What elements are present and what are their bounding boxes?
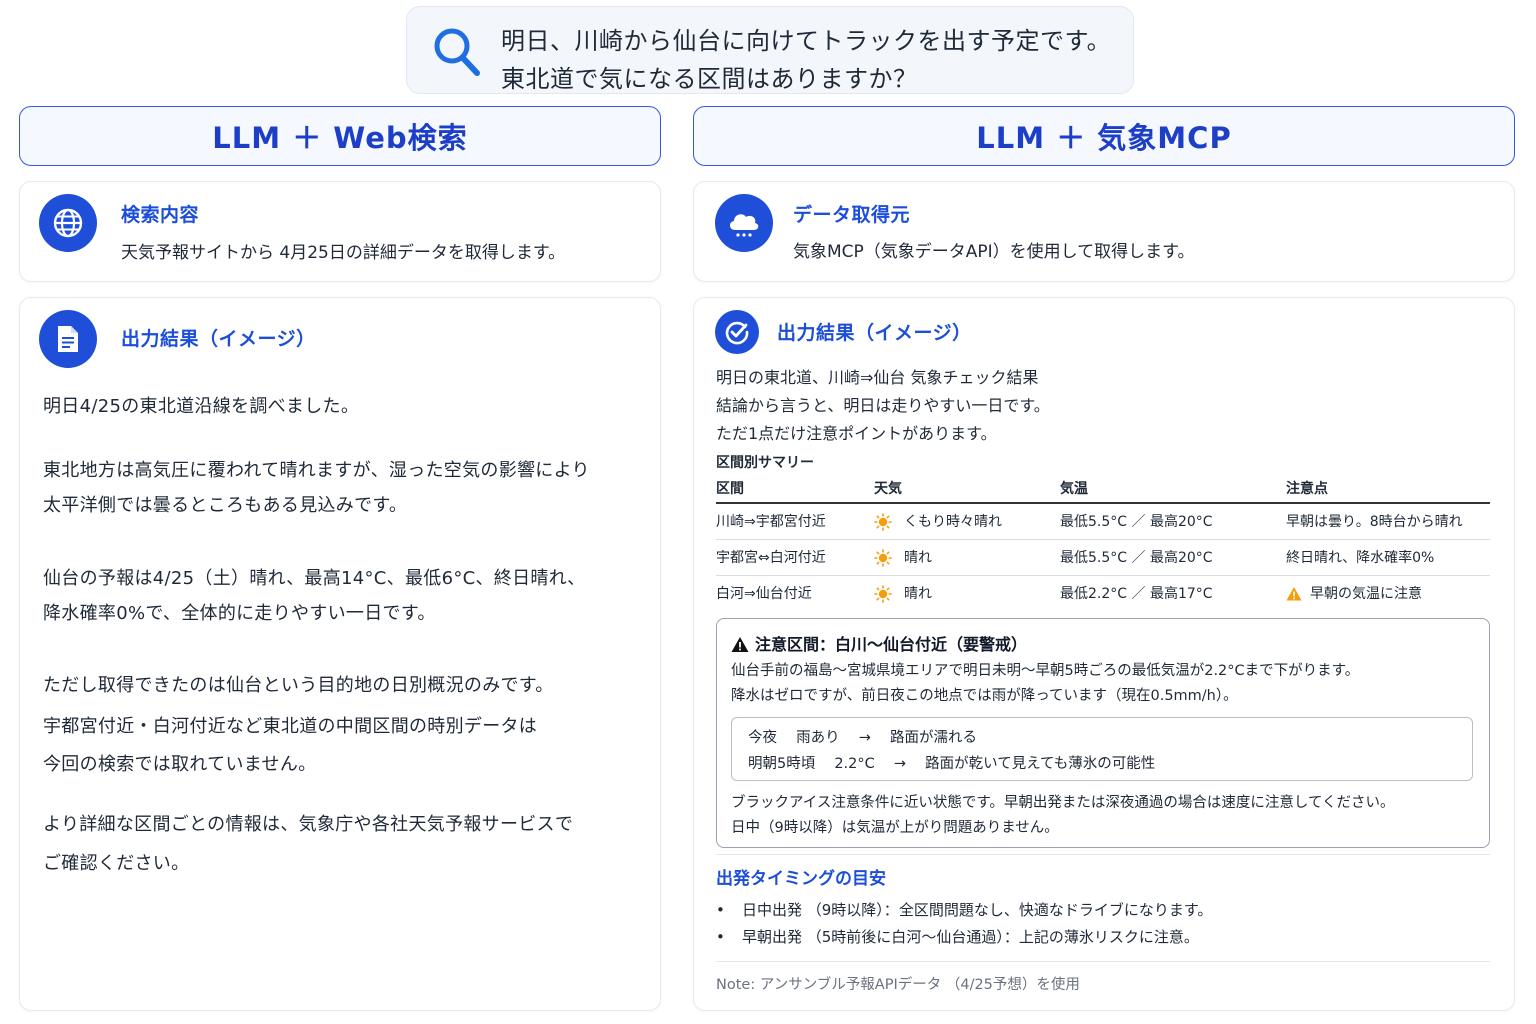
cell-temp: 最低2.2°C ／ 最高17°C xyxy=(1060,586,1213,603)
cell-section: 川崎⇒宇都宮付近 xyxy=(716,503,874,540)
caution-line: 日中（9時以降）は気温が上がり問題ありません。 xyxy=(731,820,1059,836)
mcp-intro-line: 結論から言うと、明日は走りやすい一日です。 xyxy=(716,396,1050,415)
section-summary-table: 区間 天気 気温 注意点 川崎⇒宇都宮付近 くもり時々晴れ 最低5.5°C ／ … xyxy=(716,473,1490,611)
document-icon xyxy=(39,310,97,368)
caution-line: ブラックアイス注意条件に近い状態です。早朝出発または深夜通過の場合は速度に注意し… xyxy=(731,795,1395,811)
caution-line: 仙台手前の福島〜宮城県境エリアで明日未明〜早朝5時ごろの最低気温が2.2°Cまで… xyxy=(731,663,1360,679)
cell-note: 終日晴れ、降水確率0% xyxy=(1286,539,1490,576)
web-output-line: 明日4/25の東北道沿線を調べました。 xyxy=(43,396,360,417)
web-output-line: より詳細な区間ごとの情報は、気象庁や各社天気予報サービスで xyxy=(43,814,574,835)
data-source-card: データ取得元 気象MCP（気象データAPI）を使用して取得します。 xyxy=(693,181,1515,282)
column-header-weather: 天気 xyxy=(874,473,1060,504)
column-header-section: 区間 xyxy=(716,473,874,504)
globe-icon xyxy=(39,194,97,252)
sun-icon xyxy=(874,549,892,567)
search-content-card: 検索内容 天気予報サイトから 4月25日の詳細データを取得します。 xyxy=(19,181,661,282)
column-header-temp: 気温 xyxy=(1060,473,1286,504)
cell-section: 白河⇒仙台付近 xyxy=(716,586,812,603)
left-column-header: LLM ＋ Web検索 xyxy=(19,106,661,166)
question-line-1: 明日、川崎から仙台に向けてトラックを出す予定です。 xyxy=(501,27,1112,55)
cell-weather: 晴れ xyxy=(874,575,1060,611)
timing-bullet-text: 日中出発 （9時以降）：全区間問題なし、快適なドライブになります。 xyxy=(742,901,1213,919)
cell-temp: 最低5.5°C ／ 最高20°C xyxy=(1060,539,1286,576)
web-output-line: 宇都宮付近・白河付近など東北道の中間区間の時別データは xyxy=(43,716,538,737)
web-output-line: ただし取得できたのは仙台という目的地の日別概況のみです。 xyxy=(43,675,554,696)
warning-icon xyxy=(731,637,749,652)
table-row: 宇都宮⇔白河付近 晴れ 最低5.5°C ／ 最高20°C 終日晴れ、降水確率0% xyxy=(716,539,1490,576)
timing-bullet: • 日中出発 （9時以降）：全区間問題なし、快適なドライブになります。 xyxy=(716,899,1212,920)
search-content-title: 検索内容 xyxy=(121,204,200,226)
divider xyxy=(716,854,1490,855)
mcp-intro-line: 明日の東北道、川崎⇒仙台 気象チェック結果 xyxy=(716,368,1039,387)
cell-temp: 最低5.5°C ／ 最高20°C xyxy=(1060,503,1286,540)
mcp-intro-line: ただ1点だけ注意ポイントがあります。 xyxy=(716,424,997,443)
risk-flow-line: 明朝5時頃 2.2°C → 路面が乾いて見えても薄氷の可能性 xyxy=(748,756,1156,772)
caution-title: 注意区間：白川〜仙台付近（要警戒） xyxy=(731,631,1027,655)
risk-flow-line: 今夜 雨あり → 路面が濡れる xyxy=(748,730,977,746)
table-row: 川崎⇒宇都宮付近 くもり時々晴れ 最低5.5°C ／ 最高20°C 早朝は曇り。… xyxy=(716,503,1490,540)
bullet-marker: • xyxy=(716,901,725,919)
weather-label: くもり時々晴れ xyxy=(904,514,1002,531)
web-output-line: 降水確率0%で、全体的に走りやすい一日です。 xyxy=(43,603,436,624)
mcp-output-card: 出力結果（イメージ） 明日の東北道、川崎⇒仙台 気象チェック結果 結論から言うと… xyxy=(693,297,1515,1011)
timing-bullet: • 早朝出発 （5時前後に白河〜仙台通過）：上記の薄氷リスクに注意。 xyxy=(716,926,1199,947)
search-icon xyxy=(434,28,480,76)
sun-icon xyxy=(874,513,892,532)
column-header-note: 注意点 xyxy=(1286,473,1490,504)
web-output-card: 出力結果（イメージ） 明日4/25の東北道沿線を調べました。 東北地方は高気圧に… xyxy=(19,297,661,1011)
cell-note: 早朝は曇り。8時台から晴れ xyxy=(1286,503,1490,540)
web-output-line: 今回の検索では取れていません。 xyxy=(43,754,317,775)
table-header-row: 区間 天気 気温 注意点 xyxy=(716,473,1490,504)
data-source-title: データ取得元 xyxy=(793,204,911,226)
warning-icon xyxy=(1286,587,1302,601)
caution-title-text: 注意区間：白川〜仙台付近（要警戒） xyxy=(755,635,1028,654)
cell-note: 早朝の気温に注意 xyxy=(1286,575,1490,611)
cell-weather: 晴れ xyxy=(874,539,1060,576)
timing-bullet-text: 早朝出発 （5時前後に白河〜仙台通過）：上記の薄氷リスクに注意。 xyxy=(742,928,1199,946)
note-label: 早朝の気温に注意 xyxy=(1310,586,1422,603)
mcp-output-title: 出力結果（イメージ） xyxy=(777,322,972,344)
divider xyxy=(716,961,1490,962)
timing-title: 出発タイミングの目安 xyxy=(716,869,886,889)
search-content-text: 天気予報サイトから 4月25日の詳細データを取得します。 xyxy=(121,243,566,263)
weather-label: 晴れ xyxy=(904,550,932,566)
web-output-line: 仙台の予報は4/25（土）晴れ、最高14°C、最低6°C、終日晴れ、 xyxy=(43,568,586,589)
cell-section: 宇都宮⇔白河付近 xyxy=(716,539,874,576)
question-box: 明日、川崎から仙台に向けてトラックを出す予定です。 東北道で気になる区間はありま… xyxy=(406,6,1134,94)
data-source-text: 気象MCP（気象データAPI）を使用して取得します。 xyxy=(793,242,1195,262)
check-icon xyxy=(715,310,759,354)
sun-icon xyxy=(874,585,892,604)
table-row: 白河⇒仙台付近 晴れ 最低2.2°C ／ 最高17°C 早朝の気温に注意 xyxy=(716,575,1490,611)
risk-flow-box: 今夜 雨あり → 路面が濡れる 明朝5時頃 2.2°C → 路面が乾いて見えても… xyxy=(731,717,1473,781)
cell-weather: くもり時々晴れ xyxy=(874,503,1060,540)
weather-label: 晴れ xyxy=(904,586,932,603)
caution-line: 降水はゼロですが、前日夜この地点では雨が降っています（現在0.5mm/h）。 xyxy=(731,688,1238,704)
right-column-header: LLM ＋ 気象MCP xyxy=(693,106,1515,166)
web-output-title: 出力結果（イメージ） xyxy=(121,328,316,350)
question-line-2: 東北道で気になる区間はありますか？ xyxy=(501,65,918,93)
summary-title: 区間別サマリー xyxy=(716,455,814,471)
web-output-line: 東北地方は高気圧に覆われて晴れますが、湿った空気の影響により xyxy=(43,460,590,481)
data-note: Note: アンサンブル予報APIデータ （4/25予想）を使用 xyxy=(716,977,1080,993)
bullet-marker: • xyxy=(716,928,725,946)
web-output-line: ご確認ください。 xyxy=(43,853,190,874)
web-output-line: 太平洋側では曇るところもある見込みです。 xyxy=(43,495,408,516)
cloud-icon xyxy=(715,194,773,252)
caution-box: 注意区間：白川〜仙台付近（要警戒） 仙台手前の福島〜宮城県境エリアで明日未明〜早… xyxy=(716,618,1490,848)
